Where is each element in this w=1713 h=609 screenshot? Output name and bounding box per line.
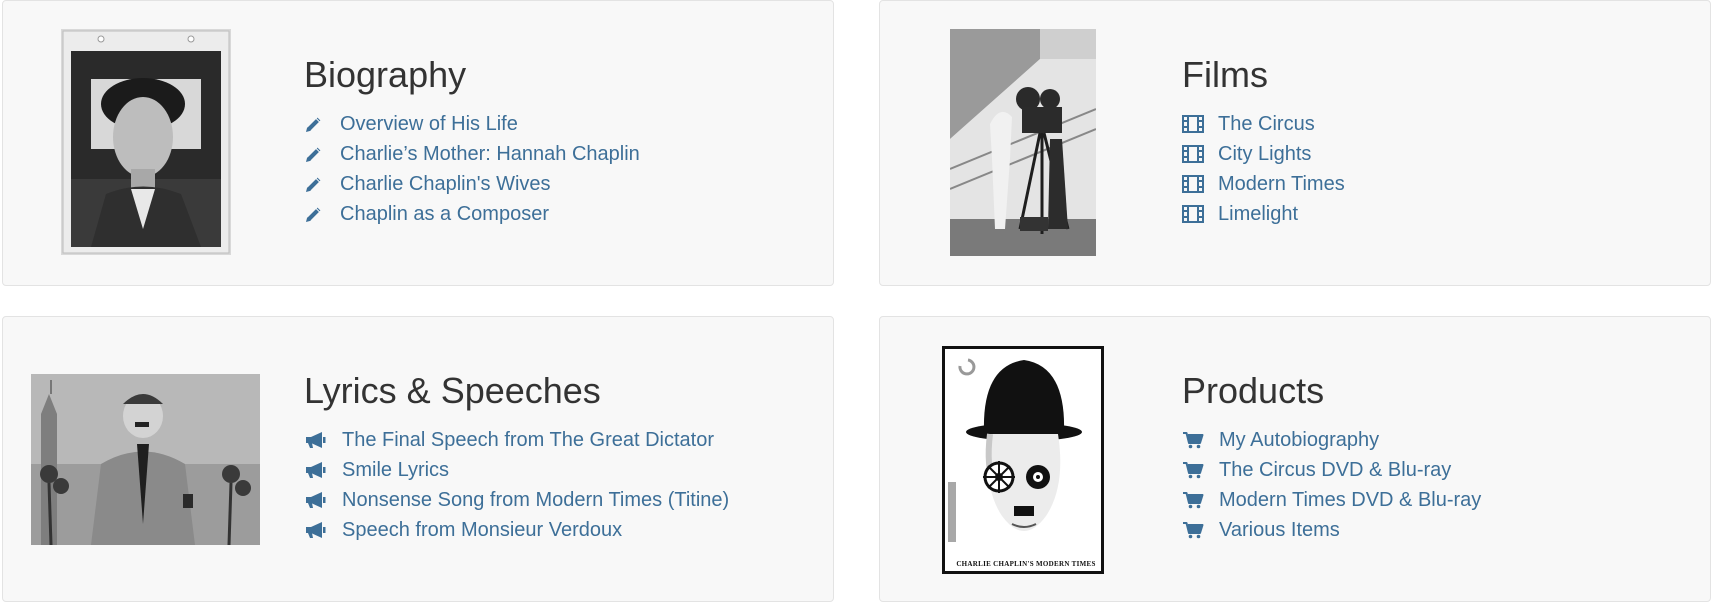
- list-item: Nonsense Song from Modern Times (Titine): [304, 485, 729, 515]
- biography-photo[interactable]: [61, 29, 231, 255]
- products-links: My Autobiography The Circus DVD & Blu-ra…: [1182, 425, 1481, 545]
- link-my-autobiography[interactable]: My Autobiography: [1219, 429, 1379, 452]
- link-nonsense-song[interactable]: Nonsense Song from Modern Times (Titine): [342, 489, 729, 512]
- section-title-films: Films: [1182, 54, 1268, 95]
- link-various-items[interactable]: Various Items: [1219, 519, 1340, 542]
- film-icon: [1182, 204, 1206, 224]
- list-item: Overview of His Life: [304, 109, 640, 139]
- bullhorn-icon: [304, 430, 330, 450]
- products-panel: CHARLIE CHAPLIN'S MODERN TIMES Products …: [879, 316, 1711, 602]
- link-limelight[interactable]: Limelight: [1218, 203, 1298, 226]
- link-smile-lyrics[interactable]: Smile Lyrics: [342, 459, 449, 482]
- shopping-cart-icon: [1182, 520, 1206, 540]
- list-item: Charlie’s Mother: Hannah Chaplin: [304, 139, 640, 169]
- modern-times-dvd-cover[interactable]: CHARLIE CHAPLIN'S MODERN TIMES: [942, 346, 1104, 574]
- biography-panel: Biography Overview of His Life Charlie’s…: [2, 0, 834, 286]
- link-overview-of-his-life[interactable]: Overview of His Life: [340, 113, 518, 136]
- link-the-circus[interactable]: The Circus: [1218, 113, 1315, 136]
- pencil-icon: [304, 204, 328, 224]
- shopping-cart-icon: [1182, 490, 1206, 510]
- bullhorn-icon: [304, 490, 330, 510]
- bullhorn-icon: [304, 460, 330, 480]
- section-title-lyrics-speeches: Lyrics & Speeches: [304, 370, 601, 411]
- list-item: Various Items: [1182, 515, 1481, 545]
- shopping-cart-icon: [1182, 460, 1206, 480]
- list-item: Speech from Monsieur Verdoux: [304, 515, 729, 545]
- dvd-cover-caption: CHARLIE CHAPLIN'S MODERN TIMES: [956, 560, 1096, 568]
- lyrics-speeches-photo[interactable]: [31, 374, 260, 545]
- list-item: My Autobiography: [1182, 425, 1481, 455]
- link-final-speech-great-dictator[interactable]: The Final Speech from The Great Dictator: [342, 429, 714, 452]
- pencil-icon: [304, 114, 328, 134]
- list-item: Smile Lyrics: [304, 455, 729, 485]
- link-charlies-mother[interactable]: Charlie’s Mother: Hannah Chaplin: [340, 143, 640, 166]
- pencil-icon: [304, 144, 328, 164]
- films-photo[interactable]: [950, 29, 1096, 256]
- film-icon: [1182, 174, 1206, 194]
- lyrics-speeches-panel: Lyrics & Speeches The Final Speech from …: [2, 316, 834, 602]
- list-item: The Final Speech from The Great Dictator: [304, 425, 729, 455]
- list-item: Modern Times: [1182, 169, 1345, 199]
- link-modern-times[interactable]: Modern Times: [1218, 173, 1345, 196]
- film-icon: [1182, 114, 1206, 134]
- list-item: Charlie Chaplin's Wives: [304, 169, 640, 199]
- link-modern-times-dvd-bluray[interactable]: Modern Times DVD & Blu-ray: [1219, 489, 1481, 512]
- link-chaplin-as-composer[interactable]: Chaplin as a Composer: [340, 203, 549, 226]
- link-city-lights[interactable]: City Lights: [1218, 143, 1311, 166]
- section-title-biography: Biography: [304, 54, 467, 95]
- film-icon: [1182, 144, 1206, 164]
- link-circus-dvd-bluray[interactable]: The Circus DVD & Blu-ray: [1219, 459, 1451, 482]
- pencil-icon: [304, 174, 328, 194]
- link-speech-monsieur-verdoux[interactable]: Speech from Monsieur Verdoux: [342, 519, 622, 542]
- shopping-cart-icon: [1182, 430, 1206, 450]
- lyrics-speeches-links: The Final Speech from The Great Dictator…: [304, 425, 729, 545]
- list-item: The Circus DVD & Blu-ray: [1182, 455, 1481, 485]
- list-item: Chaplin as a Composer: [304, 199, 640, 229]
- list-item: Limelight: [1182, 199, 1345, 229]
- biography-links: Overview of His Life Charlie’s Mother: H…: [304, 109, 640, 229]
- section-title-products: Products: [1182, 370, 1325, 411]
- list-item: City Lights: [1182, 139, 1345, 169]
- list-item: Modern Times DVD & Blu-ray: [1182, 485, 1481, 515]
- bullhorn-icon: [304, 520, 330, 540]
- link-chaplins-wives[interactable]: Charlie Chaplin's Wives: [340, 173, 551, 196]
- list-item: The Circus: [1182, 109, 1345, 139]
- films-panel: Films The Circus City Lights Modern Time…: [879, 0, 1711, 286]
- films-links: The Circus City Lights Modern Times Lime…: [1182, 109, 1345, 229]
